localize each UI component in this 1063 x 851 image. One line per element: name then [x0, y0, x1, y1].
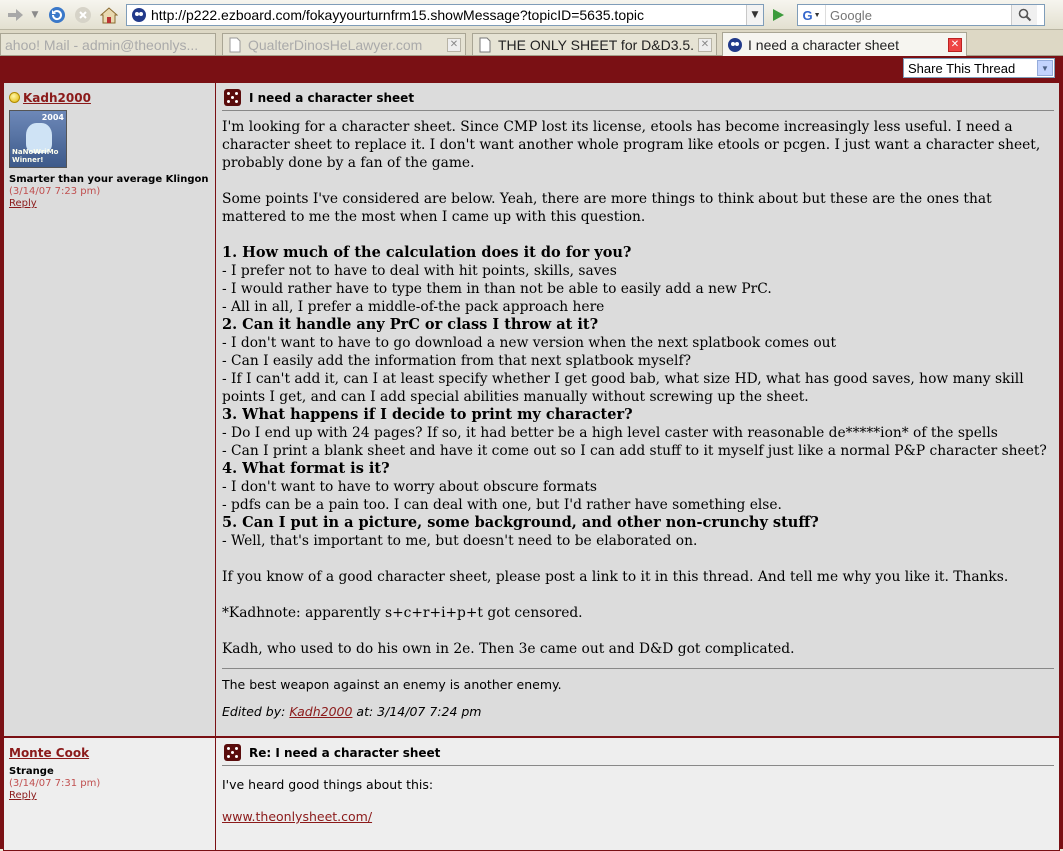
- post-paragraph: I'm looking for a character sheet. Since…: [222, 119, 1045, 171]
- edited-by-line: Edited by: Kadh2000 at: 3/14/07 7:24 pm: [222, 704, 1054, 719]
- share-thread-label: Share This Thread: [908, 60, 1016, 76]
- close-icon[interactable]: ✕: [698, 37, 712, 52]
- home-icon: [100, 6, 118, 23]
- share-thread-select[interactable]: Share This Thread ▼: [903, 58, 1055, 78]
- search-icon: [1018, 8, 1031, 22]
- tab-lawyer-site[interactable]: QualterDinosHeLawyer.com ✕: [222, 33, 466, 55]
- post-subject: I need a character sheet: [249, 90, 415, 105]
- question-heading: 5. Can I put in a picture, some backgrou…: [222, 514, 819, 531]
- forward-button[interactable]: [4, 5, 26, 25]
- tab-only-sheet[interactable]: THE ONLY SHEET for D&D3.5... ✕: [472, 33, 717, 55]
- post-body: I've heard good things about this: www.t…: [222, 777, 1054, 825]
- chevron-down-icon: ▼: [1037, 60, 1053, 76]
- search-bar[interactable]: G ▼: [797, 4, 1045, 26]
- post-subject-row: I need a character sheet: [222, 87, 1054, 111]
- post-paragraph: Kadh, who used to do his own in 2e. Then…: [222, 641, 795, 657]
- question-heading: 1. How much of the calculation does it d…: [222, 244, 632, 261]
- search-input[interactable]: [826, 6, 1011, 24]
- edited-time: at: 3/14/07 7:24 pm: [356, 704, 482, 719]
- url-dropdown-button[interactable]: ▼: [746, 5, 763, 25]
- browser-toolbar: ▼ http://p222.ezboard.com/fokayyourturnf…: [0, 0, 1063, 30]
- chevron-down-icon: ▼: [813, 11, 821, 19]
- page-icon: [229, 37, 241, 52]
- question-lines: - I don't want to have to go download a …: [222, 335, 1024, 405]
- tab-label: ahoo! Mail - admin@theonlys...: [5, 36, 199, 53]
- post-date: (3/14/07 7:23 pm): [9, 186, 101, 197]
- home-button[interactable]: [98, 5, 120, 25]
- search-button[interactable]: [1011, 5, 1037, 25]
- tab-label: THE ONLY SHEET for D&D3.5...: [498, 36, 694, 53]
- dice-icon: [224, 744, 241, 761]
- tab-yahoo-mail[interactable]: ahoo! Mail - admin@theonlys...: [0, 33, 216, 55]
- tab-label: I need a character sheet: [748, 36, 899, 53]
- post-author-panel: Monte Cook Strange (3/14/07 7:31 pm) Rep…: [4, 738, 216, 850]
- reply-link[interactable]: Reply: [9, 790, 210, 802]
- user-title: Smarter than your average Klingon: [9, 174, 209, 185]
- edited-prefix: Edited by:: [222, 704, 286, 719]
- avatar-year: 2004: [41, 113, 64, 122]
- page-icon: [479, 37, 491, 52]
- post-paragraph: Some points I've considered are below. Y…: [222, 191, 997, 225]
- close-icon[interactable]: ✕: [447, 37, 461, 52]
- search-engine-selector[interactable]: G ▼: [798, 5, 826, 25]
- site-favicon-icon: [728, 37, 742, 52]
- history-dropdown-button[interactable]: ▼: [28, 5, 42, 25]
- reload-icon: [49, 7, 65, 23]
- author-link[interactable]: Kadh2000: [23, 91, 91, 105]
- question-heading: 4. What format is it?: [222, 460, 390, 477]
- chevron-down-icon: ▼: [751, 10, 759, 20]
- tab-character-sheet[interactable]: I need a character sheet ✕: [722, 32, 967, 56]
- post-body: I'm looking for a character sheet. Since…: [222, 118, 1054, 658]
- post-text: I've heard good things about this:: [222, 777, 434, 792]
- reply-link[interactable]: Reply: [9, 198, 210, 210]
- site-favicon-icon: [132, 8, 146, 22]
- stop-button[interactable]: [72, 5, 94, 25]
- go-arrow-icon: [773, 9, 784, 21]
- question-lines: - Do I end up with 24 pages? If so, it h…: [222, 425, 1047, 459]
- tab-label: QualterDinosHeLawyer.com: [248, 36, 423, 53]
- forum-post: Monte Cook Strange (3/14/07 7:31 pm) Rep…: [3, 737, 1060, 851]
- question-lines: - I don't want to have to worry about ob…: [222, 479, 782, 513]
- post-author-panel: Kadh2000 2004 NaNoWriMo Winner! Smarter …: [4, 83, 216, 736]
- question-lines: - Well, that's important to me, but does…: [222, 533, 698, 549]
- go-button[interactable]: [767, 5, 789, 25]
- user-title: Strange: [9, 766, 54, 777]
- url-bar[interactable]: http://p222.ezboard.com/fokayyourturnfrm…: [126, 4, 764, 26]
- dice-icon: [224, 89, 241, 106]
- question-heading: 3. What happens if I decide to print my …: [222, 406, 633, 423]
- avatar-badge: NaNoWriMo Winner!: [12, 148, 59, 164]
- stop-icon: [75, 7, 91, 23]
- post-date: (3/14/07 7:31 pm): [9, 778, 101, 789]
- avatar: 2004 NaNoWriMo Winner!: [9, 110, 67, 168]
- tab-strip: ahoo! Mail - admin@theonlys... QualterDi…: [0, 30, 1063, 56]
- search-engine-label: G: [802, 7, 813, 23]
- close-icon[interactable]: ✕: [948, 37, 962, 52]
- post-content: Re: I need a character sheet I've heard …: [217, 738, 1059, 850]
- reload-button[interactable]: [46, 5, 68, 25]
- post-content: I need a character sheet I'm looking for…: [217, 83, 1059, 736]
- external-link[interactable]: www.theonlysheet.com/: [222, 809, 372, 824]
- post-signature: The best weapon against an enemy is anot…: [222, 668, 1054, 692]
- url-text[interactable]: http://p222.ezboard.com/fokayyourturnfrm…: [151, 7, 746, 23]
- edited-user-link[interactable]: Kadh2000: [289, 704, 352, 719]
- online-status-icon: [9, 92, 20, 103]
- post-paragraph: If you know of a good character sheet, p…: [222, 569, 1009, 585]
- forum-post: Kadh2000 2004 NaNoWriMo Winner! Smarter …: [3, 82, 1060, 737]
- post-subject-row: Re: I need a character sheet: [222, 742, 1054, 766]
- post-paragraph: *Kadhnote: apparently s+c+r+i+p+t got ce…: [222, 605, 583, 621]
- post-subject: Re: I need a character sheet: [249, 745, 441, 760]
- forum-page: Share This Thread ▼ Kadh2000 2004 NaNoWr…: [0, 56, 1063, 851]
- question-lines: - I prefer not to have to deal with hit …: [222, 263, 772, 315]
- chevron-down-icon: ▼: [31, 10, 39, 20]
- author-link[interactable]: Monte Cook: [9, 746, 89, 760]
- forward-arrow-icon: [8, 9, 23, 21]
- question-heading: 2. Can it handle any PrC or class I thro…: [222, 316, 599, 333]
